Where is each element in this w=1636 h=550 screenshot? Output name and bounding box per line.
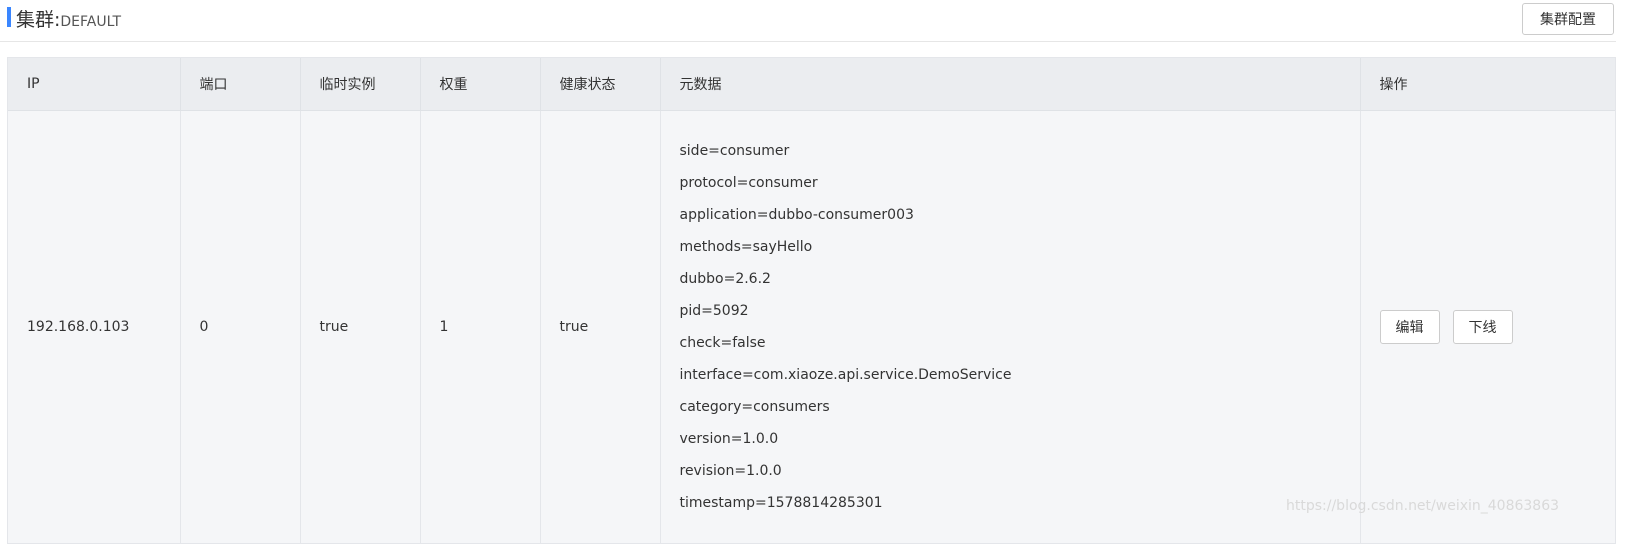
column-header-metadata: 元数据 <box>660 58 1361 111</box>
watermark: https://blog.csdn.net/weixin_40863863 <box>1286 498 1560 514</box>
cell-ip: 192.168.0.103 <box>8 110 181 543</box>
cluster-title: 集群: DEFAULT <box>16 5 122 31</box>
column-header-ip: IP <box>8 58 181 111</box>
metadata-item: protocol=consumer <box>679 174 818 191</box>
column-header-actions: 操作 <box>1360 58 1615 111</box>
edit-button[interactable]: 编辑 <box>1379 309 1440 344</box>
column-header-health: 健康状态 <box>540 58 661 111</box>
table-header: IP 端口 临时实例 权重 健康状态 元数据 操作 <box>8 58 1615 111</box>
metadata-item: category=consumers <box>679 398 830 415</box>
title-accent-bar <box>7 7 11 27</box>
cell-ephemeral: true <box>300 110 421 543</box>
column-header-port: 端口 <box>180 58 301 111</box>
metadata-item: side=consumer <box>679 142 790 159</box>
metadata-item: interface=com.xiaoze.api.service.DemoSer… <box>679 366 1012 383</box>
metadata-item: application=dubbo-consumer003 <box>679 206 914 223</box>
column-header-weight: 权重 <box>420 58 541 111</box>
cell-actions: 编辑 下线 <box>1360 110 1615 543</box>
metadata-item: methods=sayHello <box>679 238 813 255</box>
cell-port: 0 <box>180 110 301 543</box>
metadata-item: timestamp=1578814285301 <box>679 494 883 511</box>
metadata-item: check=false <box>679 334 766 351</box>
cell-weight: 1 <box>420 110 541 543</box>
offline-button[interactable]: 下线 <box>1452 309 1513 344</box>
cell-metadata: side=consumer protocol=consumer applicat… <box>660 110 1361 543</box>
instance-table: IP 端口 临时实例 权重 健康状态 元数据 操作 192.168.0.103 … <box>7 57 1616 544</box>
column-header-ephemeral: 临时实例 <box>300 58 421 111</box>
cluster-name: DEFAULT <box>60 14 122 30</box>
cluster-title-label: 集群: <box>16 9 61 31</box>
metadata-item: dubbo=2.6.2 <box>679 270 771 287</box>
cluster-header: 集群: DEFAULT 集群配置 <box>0 0 1616 42</box>
metadata-list: side=consumer protocol=consumer applicat… <box>680 135 1360 519</box>
table-row: 192.168.0.103 0 true 1 true side=consume… <box>8 110 1615 543</box>
row-actions: 编辑 下线 <box>1379 309 1616 344</box>
metadata-item: pid=5092 <box>679 302 749 319</box>
metadata-item: revision=1.0.0 <box>679 462 782 479</box>
cluster-config-button[interactable]: 集群配置 <box>1522 3 1614 35</box>
cell-health: true <box>540 110 661 543</box>
metadata-item: version=1.0.0 <box>679 430 779 447</box>
cluster-panel: 集群: DEFAULT 集群配置 IP 端口 临时实例 权重 健康状态 元数据 … <box>0 0 1636 550</box>
